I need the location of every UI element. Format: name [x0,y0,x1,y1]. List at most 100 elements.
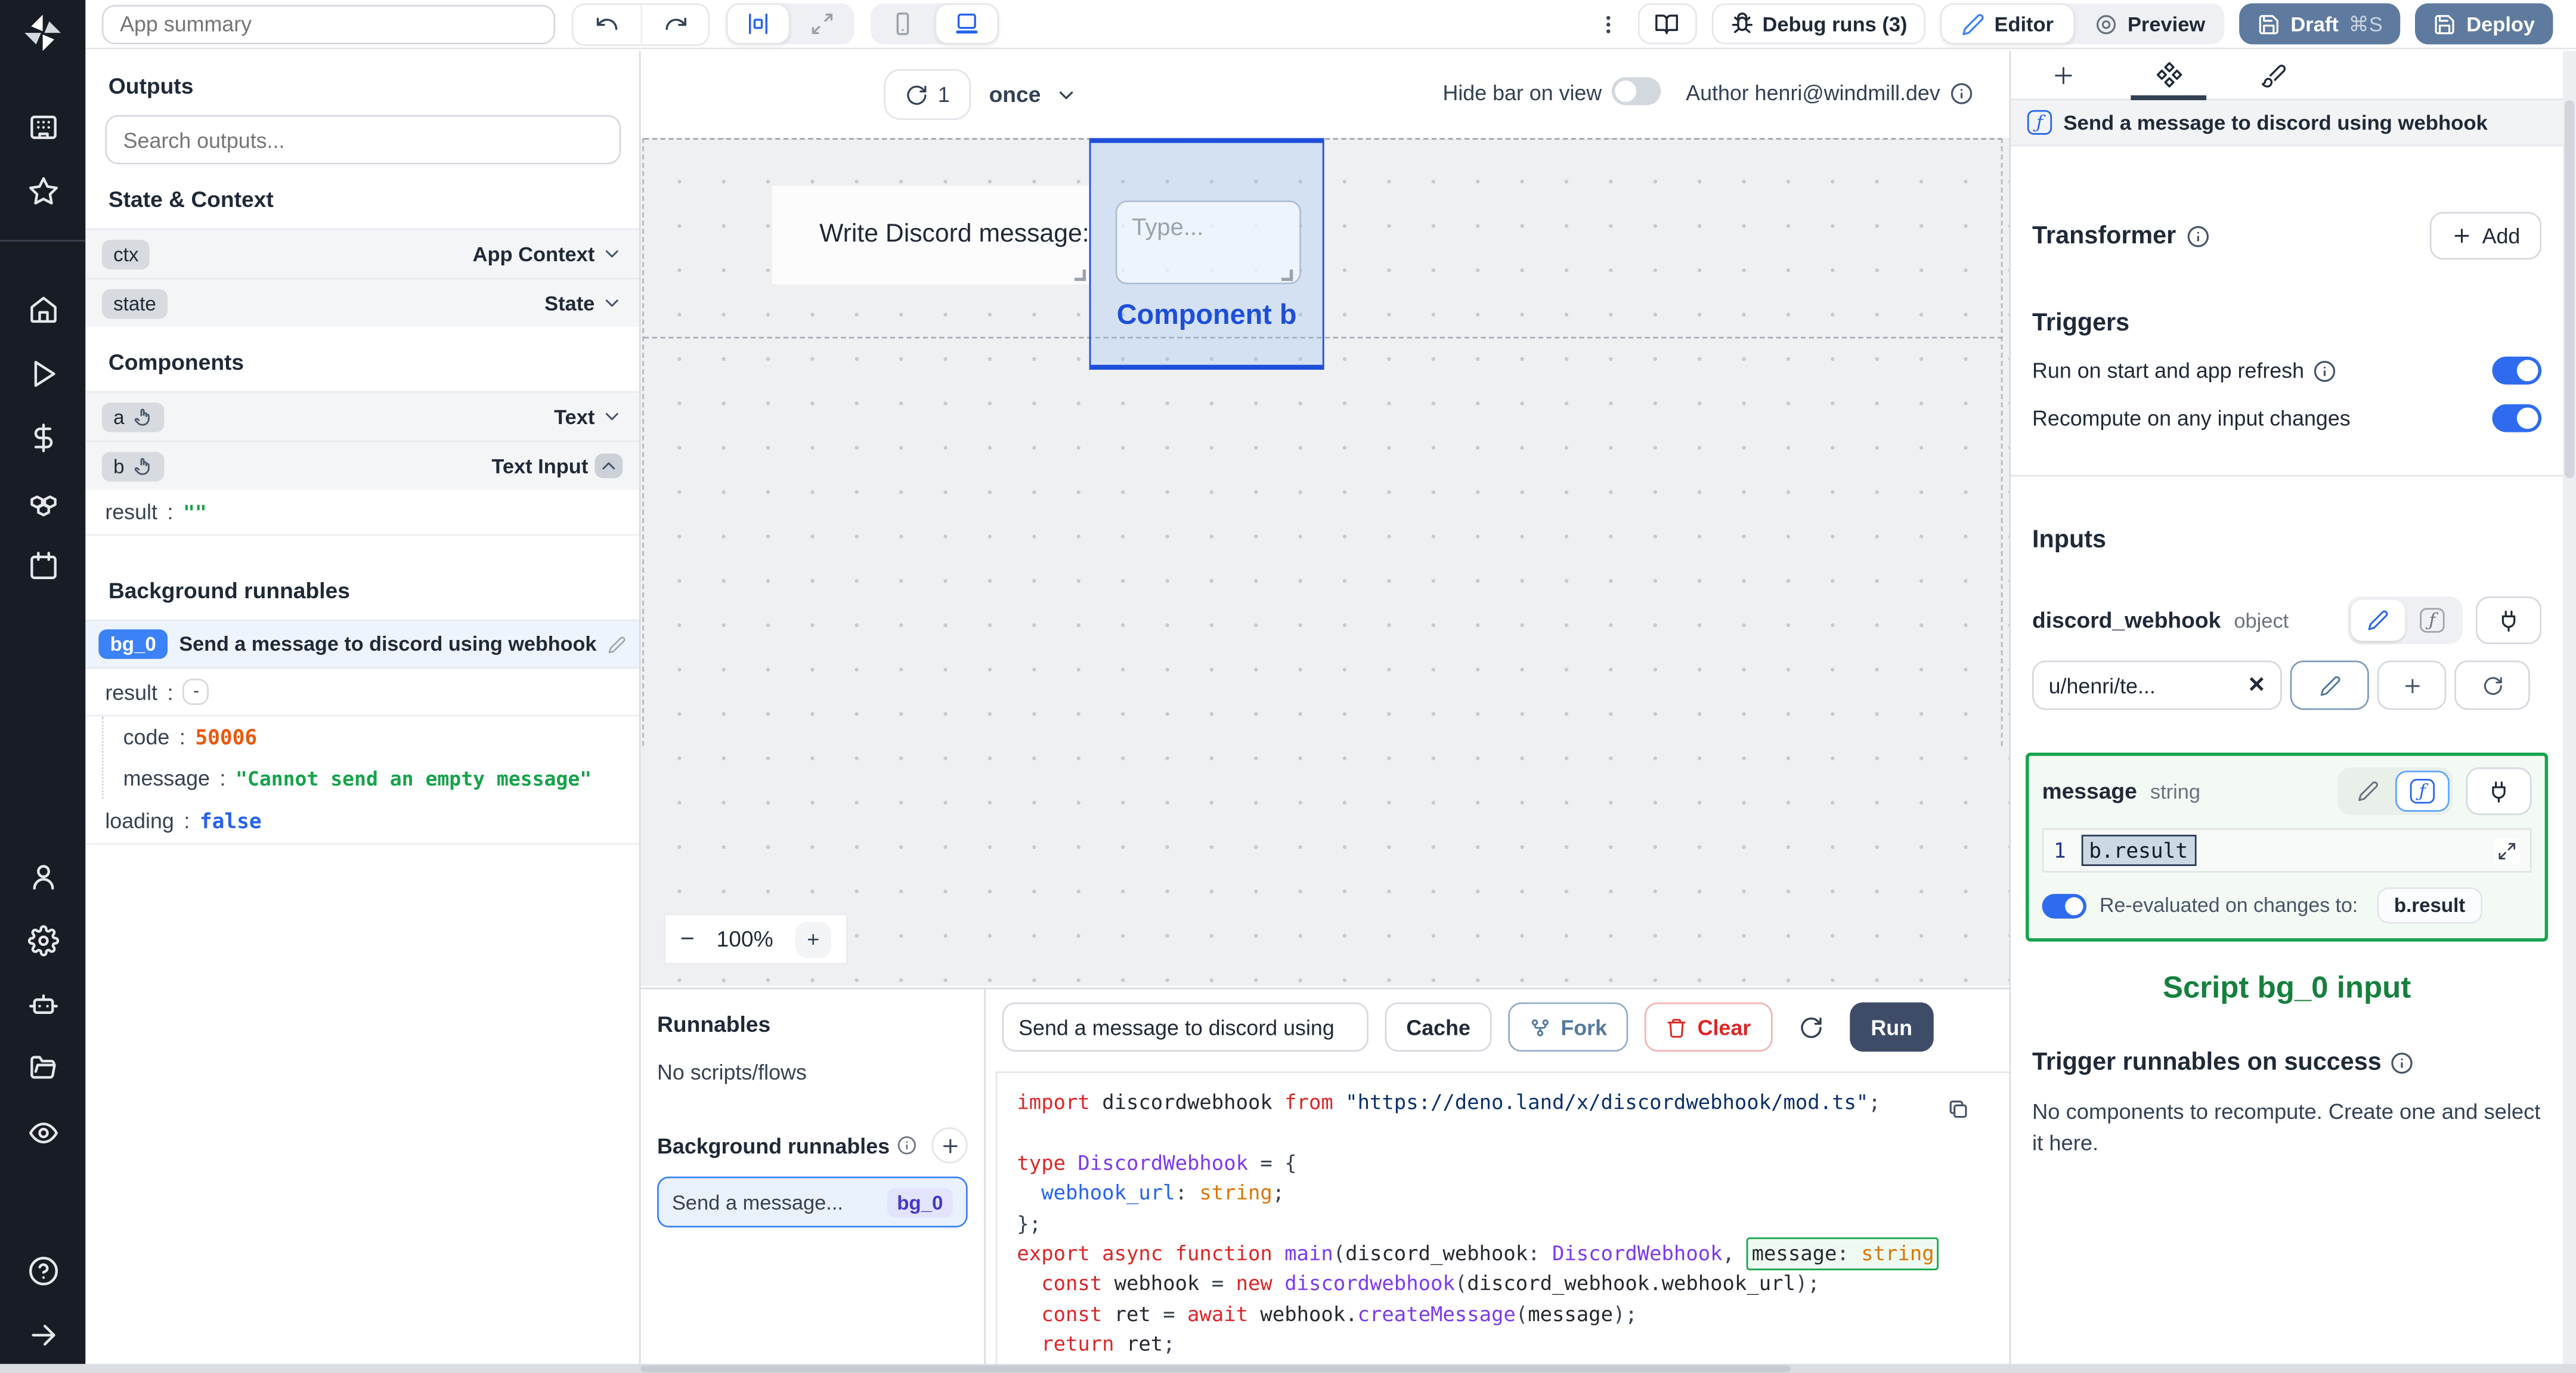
add-transformer-button[interactable]: Add [2429,212,2542,260]
mobile-view-button[interactable] [871,4,934,45]
component-settings-panel: ƒ Send a message to discord using webhoo… [2009,50,2563,1373]
cache-button[interactable]: Cache [1385,1002,1492,1052]
more-options-kebab-icon[interactable] [1593,11,1623,37]
app-summary-input[interactable] [101,4,556,44]
runs-play-icon[interactable] [27,358,58,389]
schedules-calendar-icon[interactable] [27,551,58,582]
clear-button[interactable]: Clear [1645,1002,1773,1052]
state-row[interactable]: state State [85,277,639,327]
collapse-result-button[interactable]: - [182,678,210,705]
text-component-a[interactable]: Write Discord message: [772,185,1089,285]
workers-robot-icon[interactable] [27,989,58,1021]
tab-styling-brush[interactable] [2221,50,2326,100]
expand-canvas-button[interactable] [790,4,854,45]
edit-resource-button[interactable] [2290,660,2369,710]
settings-gear-icon[interactable] [27,925,58,957]
info-icon[interactable] [1950,81,1973,104]
hide-bar-toggle[interactable] [1611,77,1661,106]
code-block: import discordwebhook from "https://deno… [1017,1088,2009,1363]
result-key: result [105,499,157,524]
tab-insert-plus[interactable] [2011,50,2116,100]
bg0-message-row: message : "Cannot send an empty message" [123,765,592,791]
connect-plug-button[interactable] [2475,596,2542,644]
resource-picker-field[interactable]: u/henri/te... ✕ [2032,660,2282,710]
eval-mode-fx-button[interactable]: ƒ [2395,771,2450,812]
tab-editor[interactable]: Editor [1940,3,2075,45]
clear-x-icon[interactable]: ✕ [2247,672,2265,698]
docs-book-button[interactable] [1637,3,1697,45]
bg0-result-row[interactable]: result : - [85,669,639,717]
zoom-in-button[interactable]: + [795,921,832,957]
help-icon[interactable] [27,1255,58,1286]
fork-button[interactable]: Fork [1508,1002,1628,1052]
eval-mode-fx-button[interactable]: ƒ [2405,600,2459,641]
align-center-button[interactable] [726,3,791,45]
b-result-row[interactable]: result : "" [85,490,639,536]
chevron-down-icon[interactable] [601,292,623,314]
code-editor[interactable]: import discordwebhook from "https://deno… [995,1071,2010,1363]
collapse-rail-arrow-icon[interactable] [27,1319,58,1350]
audit-eye-icon[interactable] [27,1117,58,1148]
tab-settings-component[interactable] [2116,50,2221,100]
scrollbar-thumb[interactable] [2564,100,2575,478]
component-a-row[interactable]: a Text [85,391,639,441]
deploy-button[interactable]: Deploy [2415,3,2553,45]
copy-code-icon[interactable] [1947,1097,1970,1121]
add-background-runnable-button[interactable] [931,1127,968,1164]
refresh-script-button[interactable] [1788,1002,1833,1052]
reeval-toggle[interactable] [2042,893,2086,918]
run-on-start-toggle[interactable] [2492,356,2542,385]
refresh-mode-dropdown[interactable]: once [989,69,1077,120]
author-label: Author henri@windmill.dev [1686,80,1940,106]
favorites-star-icon[interactable] [27,176,58,207]
redo-button[interactable] [640,4,708,44]
user-icon[interactable] [27,861,58,892]
scrollbar-thumb[interactable] [640,1365,1791,1372]
runnable-header-title: Send a message to discord using webhook [2063,110,2488,134]
code-panel: Cache Fork Clear Run import discordwebho… [986,987,2010,1363]
tab-preview[interactable]: Preview [2075,4,2225,45]
text-input-field[interactable]: Type... [1115,200,1302,285]
script-name-input[interactable] [1002,1002,1368,1052]
run-button[interactable]: Run [1849,1002,1934,1052]
expand-editor-icon[interactable] [2494,837,2521,864]
component-b-row[interactable]: b Text Input [85,440,639,490]
edit-pencil-icon[interactable] [608,635,626,653]
variables-dollar-icon[interactable] [27,422,58,453]
refresh-count-button[interactable]: 1 [884,69,971,120]
desktop-view-button[interactable] [934,3,999,45]
bg0-output-row[interactable]: bg_0 Send a message to discord using web… [85,619,639,669]
zoom-out-button[interactable]: − [680,925,695,953]
horizontal-scrollbar[interactable] [0,1363,2576,1373]
vertical-scrollbar[interactable] [2562,51,2576,1363]
app-canvas[interactable]: Write Discord message: Type... Component… [640,138,2010,987]
ctx-row[interactable]: ctx App Context [85,228,639,278]
home-icon[interactable] [27,294,58,325]
recompute-toggle[interactable] [2492,404,2542,432]
draft-button[interactable]: Draft ⌘S [2240,3,2401,45]
connect-plug-button[interactable] [2466,767,2532,815]
chevron-up-icon[interactable] [595,453,623,478]
static-mode-pencil-button[interactable] [2341,771,2395,812]
editor-label: Editor [1994,12,2054,36]
windmill-logo-icon[interactable] [23,13,63,52]
resize-handle[interactable] [1281,269,1293,282]
undo-button[interactable] [573,4,641,44]
search-outputs-input[interactable] [105,115,621,165]
resources-boxes-icon[interactable] [27,487,58,518]
discord-webhook-input-type: object [2234,608,2289,632]
reload-resource-button[interactable] [2454,660,2530,710]
reeval-dependency-badge[interactable]: b.result [2377,887,2482,924]
bg0-runnable-card-selected[interactable]: Send a message... bg_0 [657,1176,968,1228]
static-mode-pencil-button[interactable] [2351,599,2405,641]
workspace-icon[interactable] [27,112,58,143]
chevron-down-icon[interactable] [601,406,623,428]
rail-divider [0,240,86,242]
resize-handle[interactable] [1074,269,1086,282]
expression-editor[interactable]: 1 b.result [2042,828,2532,873]
debug-runs-button[interactable]: Debug runs (3) [1711,3,1925,45]
textinput-component-b-selected[interactable]: Type... [1089,138,1324,370]
add-resource-button[interactable] [2377,660,2447,710]
folders-icon[interactable] [27,1053,58,1084]
chevron-down-icon[interactable] [601,243,623,265]
